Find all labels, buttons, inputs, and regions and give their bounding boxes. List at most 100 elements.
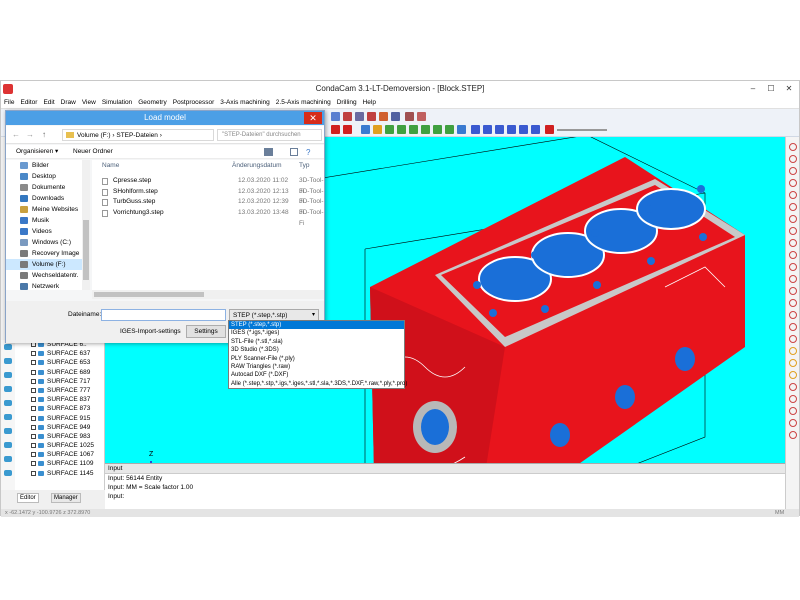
tool-icon[interactable] (789, 347, 797, 355)
menu-simulation[interactable]: Simulation (99, 97, 135, 109)
surface-icon[interactable] (4, 456, 12, 462)
tree-item[interactable]: SURFACE 1109 (15, 459, 104, 468)
zoom-icon[interactable] (397, 125, 406, 134)
tool-icon[interactable] (789, 299, 797, 307)
new-folder-button[interactable]: Neuer Ordner (73, 145, 113, 159)
tree-item[interactable]: SURFACE 653 (15, 358, 104, 367)
toolbar-icon[interactable] (379, 112, 388, 121)
move-icon[interactable] (361, 125, 370, 134)
filetype-option[interactable]: PLY Scanner-File (*.ply) (229, 355, 404, 363)
file-list-scrollbar[interactable] (92, 290, 324, 299)
tree-item[interactable]: SURFACE 983 (15, 432, 104, 441)
tool-icon[interactable] (789, 371, 797, 379)
tool-icon[interactable] (789, 263, 797, 271)
zoom-icon[interactable] (409, 125, 418, 134)
checkbox[interactable] (31, 452, 36, 458)
checkbox[interactable] (31, 443, 36, 449)
tool-icon[interactable] (789, 167, 797, 175)
tool-icon[interactable] (789, 155, 797, 163)
tool-icon[interactable] (789, 359, 797, 367)
toolbar-icon[interactable] (391, 112, 400, 121)
tool-icon[interactable] (789, 179, 797, 187)
tool-icon[interactable] (789, 275, 797, 283)
nav-item[interactable]: Desktop (6, 171, 90, 182)
tree-item[interactable]: SURFACE 717 (15, 377, 104, 386)
tree-item[interactable]: SURFACE 1067 (15, 450, 104, 459)
forward-arrow-icon[interactable]: → (26, 130, 34, 139)
tree-item[interactable]: SURFACE 689 (15, 368, 104, 377)
toolbar-icon[interactable] (367, 112, 376, 121)
tab-editor[interactable]: Editor (17, 493, 39, 503)
filetype-option[interactable]: STEP (*.step,*.stp) (229, 321, 404, 330)
maximize-button[interactable]: ☐ (763, 81, 779, 97)
column-name[interactable]: Name (102, 160, 119, 172)
tool-icon[interactable] (789, 383, 797, 391)
organize-button[interactable]: Organisieren ▾ (16, 145, 58, 159)
stop-icon[interactable] (531, 125, 540, 134)
tool-icon[interactable] (789, 431, 797, 439)
tool-icon[interactable] (789, 311, 797, 319)
menu-edit[interactable]: Edit (40, 97, 57, 109)
checkbox[interactable] (31, 461, 36, 467)
file-row[interactable]: SHohlform.step 12.03.2020 12:13 3D-Tool-Fi (92, 187, 324, 205)
dialog-close-button[interactable]: ✕ (304, 112, 322, 124)
checkbox[interactable] (31, 369, 36, 375)
tool-icon[interactable] (789, 239, 797, 247)
zoom-icon[interactable] (421, 125, 430, 134)
input-command-line[interactable]: Input: (105, 492, 785, 501)
nav-item[interactable]: Musik (6, 215, 90, 226)
view-icon[interactable] (457, 125, 466, 134)
tool-icon[interactable] (789, 407, 797, 415)
tool-icon[interactable] (789, 323, 797, 331)
filetype-option[interactable]: STL-File (*.stl,*.sla) (229, 338, 404, 346)
checkbox[interactable] (31, 397, 36, 403)
filetype-option[interactable]: Alle (*.step,*.stp,*.igs,*.iges,*.stl,*.… (229, 380, 407, 388)
tree-item[interactable]: SURFACE 637 (15, 349, 104, 358)
tree-item[interactable]: SURFACE 873 (15, 404, 104, 413)
checkbox[interactable] (31, 351, 36, 357)
checkbox[interactable] (31, 415, 36, 421)
tree-item[interactable]: SURFACE 837 (15, 395, 104, 404)
tool-icon[interactable] (789, 419, 797, 427)
nav-item[interactable]: Recovery Image (6, 248, 90, 259)
path-breadcrumb[interactable]: Volume (F:) › STEP-Dateien › (62, 129, 214, 141)
tree-item[interactable]: SURFACE 1025 (15, 441, 104, 450)
checkbox[interactable] (31, 378, 36, 384)
rotate-icon[interactable] (373, 125, 382, 134)
minimize-button[interactable]: – (745, 81, 761, 97)
column-type[interactable]: Typ (299, 160, 309, 172)
menu-25axis[interactable]: 2.5-Axis machining (273, 97, 334, 109)
menu-postprocessor[interactable]: Postprocessor (170, 97, 218, 109)
tool-icon[interactable] (789, 227, 797, 235)
surface-icon[interactable] (4, 358, 12, 364)
tool-icon[interactable] (789, 143, 797, 151)
tree-item[interactable]: SURFACE 1145 (15, 469, 104, 478)
toolbar-icon[interactable] (355, 112, 364, 121)
file-row[interactable]: Vorrichtung3.step 13.03.2020 13:48 3D-Tool… (92, 208, 324, 227)
toolbar-icon[interactable] (343, 125, 352, 134)
tool-icon[interactable] (789, 251, 797, 259)
preview-pane-icon[interactable] (290, 148, 298, 156)
tree-item[interactable]: SURFACE 777 (15, 386, 104, 395)
settings-button[interactable]: Settings (186, 325, 226, 338)
filetype-option[interactable]: IGES (*.igs,*.iges) (229, 329, 404, 337)
menu-drilling[interactable]: Drilling (334, 97, 360, 109)
search-input[interactable]: "STEP-Dateien" durchsuchen (217, 129, 322, 141)
tool-icon[interactable] (789, 335, 797, 343)
tool-icon[interactable] (789, 287, 797, 295)
tool-icon[interactable] (789, 191, 797, 199)
toolbar-icon[interactable] (417, 112, 426, 121)
checkbox[interactable] (31, 470, 36, 476)
checkbox[interactable] (31, 433, 36, 439)
nav-item[interactable]: Windows (C:) (6, 237, 90, 248)
tree-item[interactable]: SURFACE 949 (15, 423, 104, 432)
up-arrow-icon[interactable]: ↑ (42, 130, 46, 139)
play-icon[interactable] (495, 125, 504, 134)
zoom-icon[interactable] (445, 125, 454, 134)
tool-icon[interactable] (789, 215, 797, 223)
file-row[interactable]: Cpresse.step 12.03.2020 11:02 3D-Tool-Fi (92, 176, 324, 195)
surface-icon[interactable] (4, 442, 12, 448)
nav-item[interactable]: Downloads (6, 193, 90, 204)
menu-help[interactable]: Help (360, 97, 379, 109)
nav-item[interactable]: Wechseldatentr. (6, 270, 90, 281)
